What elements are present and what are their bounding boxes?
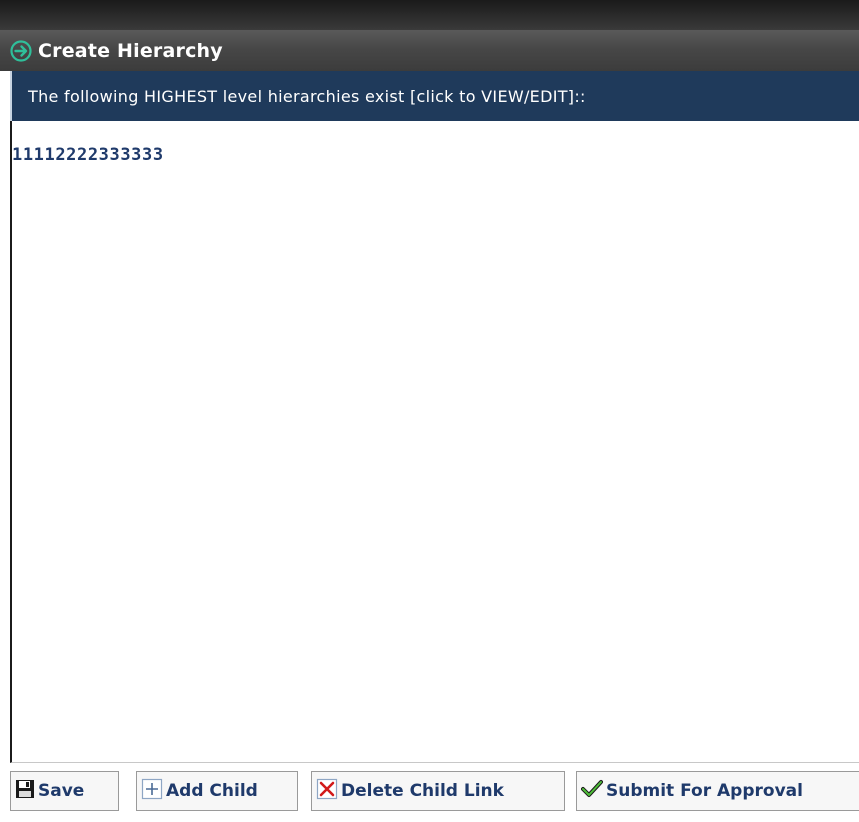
floppy-disk-icon [15, 779, 35, 803]
info-text: The following HIGHEST level hierarchies … [28, 86, 586, 106]
save-button[interactable]: Save [10, 771, 119, 811]
red-x-icon [316, 778, 338, 804]
info-bar: The following HIGHEST level hierarchies … [10, 71, 859, 121]
title-bar: Create Hierarchy [0, 30, 859, 71]
hierarchy-list-panel: 11112222333333 [10, 121, 859, 763]
add-child-button[interactable]: Add Child [136, 771, 298, 811]
page-title: Create Hierarchy [38, 39, 223, 62]
submit-for-approval-label: Submit For Approval [606, 781, 803, 801]
action-toolbar: Save Add Child Delete Child Link Submit … [10, 763, 859, 822]
save-label: Save [38, 781, 85, 801]
delete-child-link-button[interactable]: Delete Child Link [311, 771, 565, 811]
delete-child-link-label: Delete Child Link [341, 781, 504, 801]
hierarchy-link[interactable]: 11112222333333 [12, 145, 164, 165]
green-checkmark-icon [581, 779, 603, 803]
top-strip [0, 0, 859, 30]
submit-for-approval-button[interactable]: Submit For Approval [576, 771, 859, 811]
add-child-label: Add Child [166, 781, 258, 801]
arrow-circle-right-icon [10, 39, 32, 62]
plus-icon [141, 778, 163, 804]
create-hierarchy-window: Create Hierarchy The following HIGHEST l… [0, 0, 859, 822]
